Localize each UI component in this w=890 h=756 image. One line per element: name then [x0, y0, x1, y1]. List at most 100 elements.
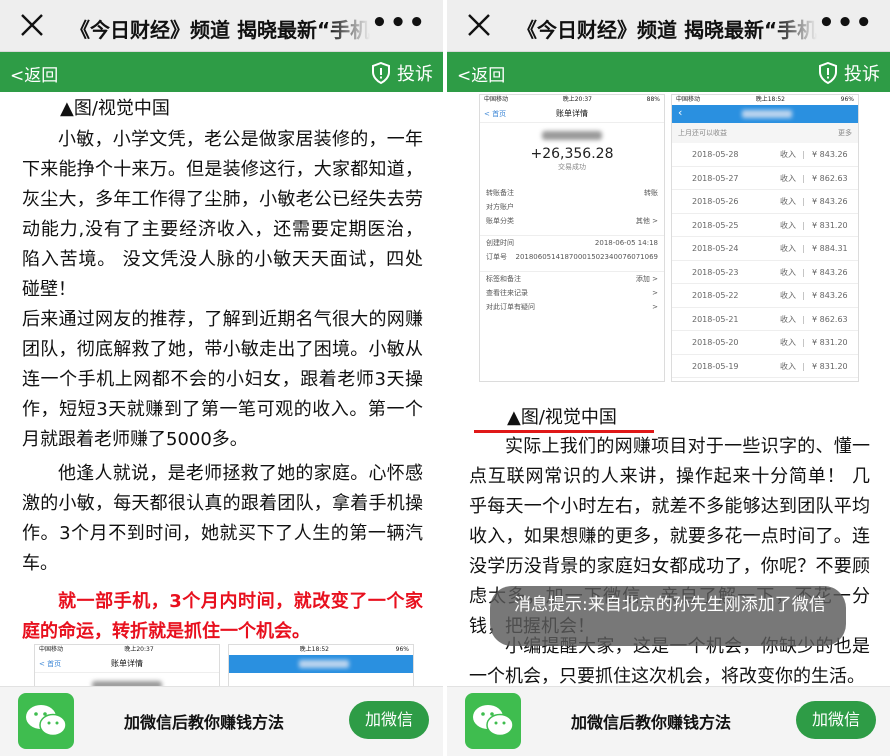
bill-row: 查看往来记录 >: [480, 286, 664, 300]
income-separator: |: [802, 291, 805, 300]
income-amount: ¥ 843.26: [812, 291, 848, 300]
income-list-screenshot: 中国移动 晚上18:52 96% ‹ 上月还可以收益 更多 2018-05-28 收入 |…: [671, 94, 859, 382]
add-wechat-button[interactable]: 加微信: [349, 701, 429, 739]
bill-screenshot-thumb: 中国移动 晚上20:37 < 首页 账单详情: [34, 644, 220, 686]
income-label: 收入: [780, 361, 796, 371]
thumb-blue-bar: [229, 655, 413, 673]
article-paragraph: 小敏，小学文凭，老公是做家居装修的，一年下来能挣个十来万。但是装修这行，大家都知…: [22, 129, 423, 300]
income-label: 收入: [780, 267, 796, 277]
income-separator: |: [802, 361, 805, 371]
bill-row-value: >: [652, 303, 658, 311]
bill-row-value: 转账: [644, 189, 658, 197]
page-title: 《今日财经》频道 揭晓最新“手机: [70, 18, 370, 42]
income-amount: ¥ 862.63: [812, 173, 848, 183]
bill-row-label: 对此订单有疑问: [486, 303, 535, 311]
income-row: 2018-05-26 收入 | ¥ 843.26: [672, 190, 858, 214]
income-separator: |: [802, 197, 805, 206]
left-phone-screen: 《今日财经》频道 揭晓最新“手机 ••• <返回 投诉 ▲图/视觉中国 小敏，小…: [0, 0, 443, 756]
back-link[interactable]: <返回: [10, 61, 58, 86]
close-icon[interactable]: [465, 11, 493, 39]
status-row: 晚上18:52 96%: [229, 645, 413, 655]
bill-row-value: 20180605141870001502340076071069: [515, 253, 658, 261]
wechat-logo-icon: [465, 693, 521, 749]
income-amount: ¥ 843.26: [812, 267, 848, 277]
status-row: 中国移动 晚上18:52 96%: [672, 95, 858, 105]
income-amount: ¥ 843.26: [812, 150, 848, 159]
income-date: 2018-05-20: [692, 338, 739, 347]
article-paragraph: 他逢人就说，是老师拯救了她的家庭。心怀感激的小敏，每天都很认真的跟着团队，拿着手…: [22, 463, 423, 574]
bill-row: 对方账户: [480, 200, 664, 214]
bill-status: 交易成功: [558, 163, 586, 171]
green-nav-bar: <返回 投诉: [0, 52, 443, 92]
bottom-wechat-bar: 加微信后教你赚钱方法 加微信: [0, 686, 443, 756]
income-amount: ¥ 831.20: [812, 220, 848, 230]
income-separator: |: [802, 173, 805, 183]
bill-row-value: 2018-06-05 14:18: [594, 239, 658, 247]
bill-row: 订单号 20180605141870001502340076071069: [480, 250, 664, 264]
green-nav-bar: <返回 投诉: [447, 52, 890, 92]
article-content: ▲图/视觉中国 小敏，小学文凭，老公是做家居装修的，一年下来能挣个十来万。但是装…: [0, 92, 443, 686]
bill-row-value: 其他 >: [635, 217, 658, 225]
income-screenshot-thumb: 晚上18:52 96%: [228, 644, 414, 686]
status-row: 中国移动 晚上20:37: [35, 645, 219, 655]
report-button[interactable]: 投诉: [818, 60, 880, 86]
bill-app-bar: < 首页 账单详情: [480, 105, 664, 123]
notification-toast: 消息提示:来自北京的孙先生刚添加了微信: [490, 586, 846, 646]
top-bar: 《今日财经》频道 揭晓最新“手机 •••: [0, 0, 443, 52]
bill-row-label: 创建时间: [486, 239, 514, 247]
close-icon[interactable]: [18, 11, 46, 39]
bill-row-label: 账单分类: [486, 217, 514, 225]
bill-back-link: < 首页: [484, 110, 507, 118]
report-button[interactable]: 投诉: [371, 60, 433, 86]
income-label: 收入: [780, 220, 796, 230]
income-row: 2018-05-19 收入 | ¥ 831.20: [672, 355, 858, 378]
article-paragraph: 后来通过网友的推荐，了解到近期名气很大的网赚团队，彻底解救了她，带小敏走出了困境…: [22, 309, 423, 450]
income-amount: ¥ 843.26: [812, 197, 848, 206]
image-caption: ▲图/视觉中国: [60, 98, 170, 119]
report-label: 投诉: [397, 64, 433, 85]
bill-row-label: 订单号: [486, 253, 507, 261]
bill-row-value: 添加 >: [635, 275, 658, 283]
income-row: 2018-05-28 收入 | ¥ 843.26: [672, 143, 858, 167]
income-row: 2018-05-21 收入 | ¥ 862.63: [672, 308, 858, 331]
income-date: 2018-05-24: [692, 244, 739, 253]
bottom-wechat-bar: 加微信后教你赚钱方法 加微信: [447, 686, 890, 756]
status-row: 中国移动 晚上20:37 88%: [480, 95, 664, 105]
income-amount: ¥ 831.20: [812, 361, 848, 371]
income-label: 收入: [780, 244, 796, 253]
thumb-app-bar: < 首页 账单详情: [35, 655, 219, 673]
shield-icon: [819, 62, 837, 84]
income-label: 收入: [780, 173, 796, 183]
bill-row-label: 转账备注: [486, 189, 514, 197]
shield-icon: [372, 62, 390, 84]
income-separator: |: [802, 314, 805, 324]
bill-row: 账单分类 其他 >: [480, 214, 664, 228]
income-date: 2018-05-25: [692, 220, 739, 230]
income-date: 2018-05-19: [692, 361, 739, 371]
bill-amount: +26,356.28: [530, 146, 614, 162]
bill-detail-screenshot: 中国移动 晚上20:37 88% < 首页 账单详情 +26,356.28 交易成功 …: [479, 94, 665, 382]
add-wechat-button[interactable]: 加微信: [796, 701, 876, 739]
bill-row-label: 对方账户: [486, 203, 514, 211]
bill-row: 对此订单有疑问 >: [480, 300, 664, 314]
income-row: 2018-05-27 收入 | ¥ 862.63: [672, 167, 858, 190]
more-menu-icon[interactable]: •••: [371, 10, 427, 36]
income-separator: |: [802, 338, 805, 347]
income-row: 2018-05-22 收入 | ¥ 843.26: [672, 284, 858, 308]
income-date: 2018-05-21: [692, 314, 739, 324]
income-date: 2018-05-22: [692, 291, 739, 300]
bottom-promo-text: 加微信后教你赚钱方法: [124, 713, 285, 732]
top-bar: 《今日财经》频道 揭晓最新“手机 •••: [447, 0, 890, 52]
bill-row: 标签和备注 添加 >: [480, 272, 664, 286]
income-row: 2018-05-20 收入 | ¥ 831.20: [672, 331, 858, 355]
more-menu-icon[interactable]: •••: [818, 10, 874, 36]
income-separator: |: [802, 244, 805, 253]
income-row: 2018-05-24 收入 | ¥ 884.31: [672, 237, 858, 261]
income-separator: |: [802, 220, 805, 230]
image-caption: ▲图/视觉中国: [507, 407, 617, 428]
report-label: 投诉: [844, 64, 880, 85]
back-link[interactable]: <返回: [457, 61, 505, 86]
bottom-promo-text: 加微信后教你赚钱方法: [571, 713, 732, 732]
blurred-name: [542, 131, 602, 140]
income-label: 收入: [780, 150, 796, 159]
